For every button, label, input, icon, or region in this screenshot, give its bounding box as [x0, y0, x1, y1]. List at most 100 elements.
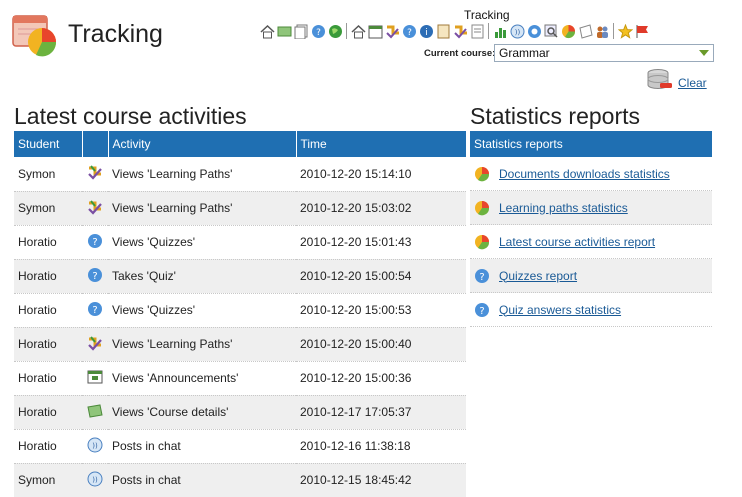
- activity-icon-cell: [82, 361, 108, 396]
- quizzes-icon: ?: [87, 267, 103, 283]
- learning-paths-icon: [87, 335, 103, 351]
- student-cell: Horatio: [14, 395, 82, 430]
- links-icon[interactable]: [435, 23, 451, 39]
- users-icon[interactable]: [594, 23, 610, 39]
- learning-paths-icon[interactable]: [452, 23, 468, 39]
- course-details-icon[interactable]: [276, 23, 292, 39]
- notes-icon[interactable]: [469, 23, 485, 39]
- svg-text:i: i: [425, 28, 428, 38]
- quiz-icon[interactable]: ?: [401, 23, 417, 39]
- svg-text:?: ?: [479, 272, 484, 283]
- activity-cell: Posts in chat: [108, 463, 296, 497]
- statistics-report-label[interactable]: Learning paths statistics: [499, 201, 628, 215]
- course-select[interactable]: Grammar: [494, 44, 714, 62]
- course-details-icon: [87, 403, 103, 419]
- student-cell: Horatio: [14, 225, 82, 260]
- time-cell: 2010-12-20 15:14:10: [296, 157, 466, 192]
- activity-icon-cell: [82, 327, 108, 362]
- toolbar-title: Tracking: [464, 8, 510, 22]
- table-row: Horatio? Takes 'Quiz' 2010-12-20 15:00:54: [14, 259, 466, 294]
- chat-icon[interactable]: )): [509, 23, 525, 39]
- home-icon[interactable]: [259, 23, 275, 39]
- time-cell: 2010-12-17 17:05:37: [296, 395, 466, 430]
- home-icon[interactable]: [350, 23, 366, 39]
- activity-cell: Takes 'Quiz': [108, 259, 296, 294]
- activity-cell: Views 'Quizzes': [108, 225, 296, 260]
- table-row: Horatio)) Posts in chat 2010-12-16 11:38:1…: [14, 429, 466, 464]
- announcements-icon: [87, 369, 103, 385]
- table-row: Horatio? Views 'Quizzes' 2010-12-20 15:00:…: [14, 293, 466, 328]
- student-cell: Symon: [14, 191, 82, 226]
- table-row: Horatio Views 'Learning Paths' 2010-12-20 …: [14, 327, 466, 362]
- time-cell: 2010-12-20 15:00:53: [296, 293, 466, 328]
- activity-icon-cell: [82, 191, 108, 226]
- statistics-report-link[interactable]: ? Quiz answers statistics: [470, 293, 712, 327]
- table-row: Symon Views 'Learning Paths' 2010-12-20 15…: [14, 157, 466, 192]
- learning-paths-icon[interactable]: [384, 23, 400, 39]
- svg-text:?: ?: [316, 28, 321, 38]
- flag-icon[interactable]: [634, 23, 650, 39]
- pie-chart-icon: [474, 166, 490, 182]
- activity-icon-cell: [82, 395, 108, 430]
- statistics-report-link[interactable]: Documents downloads statistics: [470, 157, 712, 191]
- student-cell: Horatio: [14, 361, 82, 396]
- column-header-time[interactable]: Time: [296, 131, 466, 157]
- statistics-report-label[interactable]: Documents downloads statistics: [499, 167, 670, 181]
- help-icon[interactable]: i: [418, 23, 434, 39]
- statistics-reports-list: Documents downloads statistics Learning p…: [470, 157, 712, 327]
- toolbar-separator: [613, 23, 614, 39]
- statistics-report-link[interactable]: Learning paths statistics: [470, 191, 712, 225]
- stats-icon[interactable]: [492, 23, 508, 39]
- svg-text:?: ?: [407, 28, 412, 38]
- course-select-value: Grammar: [499, 46, 550, 60]
- time-cell: 2010-12-20 15:03:02: [296, 191, 466, 226]
- time-cell: 2010-12-15 18:45:42: [296, 463, 466, 497]
- table-header-row: Student Activity Time: [14, 131, 466, 157]
- time-cell: 2010-12-20 15:00:40: [296, 327, 466, 362]
- activity-cell: Posts in chat: [108, 429, 296, 464]
- favorites-icon[interactable]: [617, 23, 633, 39]
- time-cell: 2010-12-20 15:00:54: [296, 259, 466, 294]
- table-row: Horatio Views 'Announcements' 2010-12-20 1…: [14, 361, 466, 396]
- svg-text:)): )): [92, 476, 98, 484]
- time-cell: 2010-12-16 11:38:18: [296, 429, 466, 464]
- svg-text:?: ?: [92, 271, 97, 282]
- time-cell: 2010-12-20 15:01:43: [296, 225, 466, 260]
- learning-paths-icon: [87, 199, 103, 215]
- time-cell: 2010-12-20 15:00:36: [296, 361, 466, 396]
- pie-chart-icon: [474, 234, 490, 250]
- activity-icon-cell: )): [82, 463, 108, 497]
- quizzes-icon[interactable]: ?: [310, 23, 326, 39]
- toolbar-separator: [488, 23, 489, 39]
- reports-icon[interactable]: [560, 23, 576, 39]
- column-header-activity[interactable]: Activity: [108, 131, 297, 157]
- statistics-report-link[interactable]: Latest course activities report: [470, 225, 712, 259]
- activity-cell: Views 'Learning Paths': [108, 191, 296, 226]
- statistics-report-link[interactable]: ? Quizzes report: [470, 259, 712, 293]
- forum-icon[interactable]: [526, 23, 542, 39]
- documents-icon[interactable]: [293, 23, 309, 39]
- activity-cell: Views 'Quizzes': [108, 293, 296, 328]
- statistics-report-label[interactable]: Latest course activities report: [499, 235, 655, 249]
- page-title: Tracking: [68, 20, 163, 48]
- svg-text:)): )): [92, 442, 98, 450]
- activity-cell: Views 'Announcements': [108, 361, 296, 396]
- announcements-icon[interactable]: [367, 23, 383, 39]
- clear-button[interactable]: Clear: [646, 68, 707, 92]
- activity-icon-cell: ?: [82, 225, 108, 260]
- statistics-report-label[interactable]: Quiz answers statistics: [499, 303, 621, 317]
- notes-icon[interactable]: [577, 23, 593, 39]
- clear-label: Clear: [678, 76, 707, 90]
- quizzes-icon: ?: [87, 301, 103, 317]
- statistics-report-label[interactable]: Quizzes report: [499, 269, 577, 283]
- chat-icon: )): [87, 471, 103, 487]
- column-header-student[interactable]: Student: [14, 131, 83, 157]
- search-icon[interactable]: [543, 23, 559, 39]
- svg-text:?: ?: [92, 237, 97, 248]
- quizzes-icon: ?: [87, 233, 103, 249]
- table-row: Horatio? Views 'Quizzes' 2010-12-20 15:01:…: [14, 225, 466, 260]
- globe-icon[interactable]: [327, 23, 343, 39]
- activity-cell: Views 'Learning Paths': [108, 157, 296, 192]
- latest-activities-heading: Latest course activities: [14, 103, 247, 129]
- table-row: Horatio Views 'Course details' 2010-12-17 …: [14, 395, 466, 430]
